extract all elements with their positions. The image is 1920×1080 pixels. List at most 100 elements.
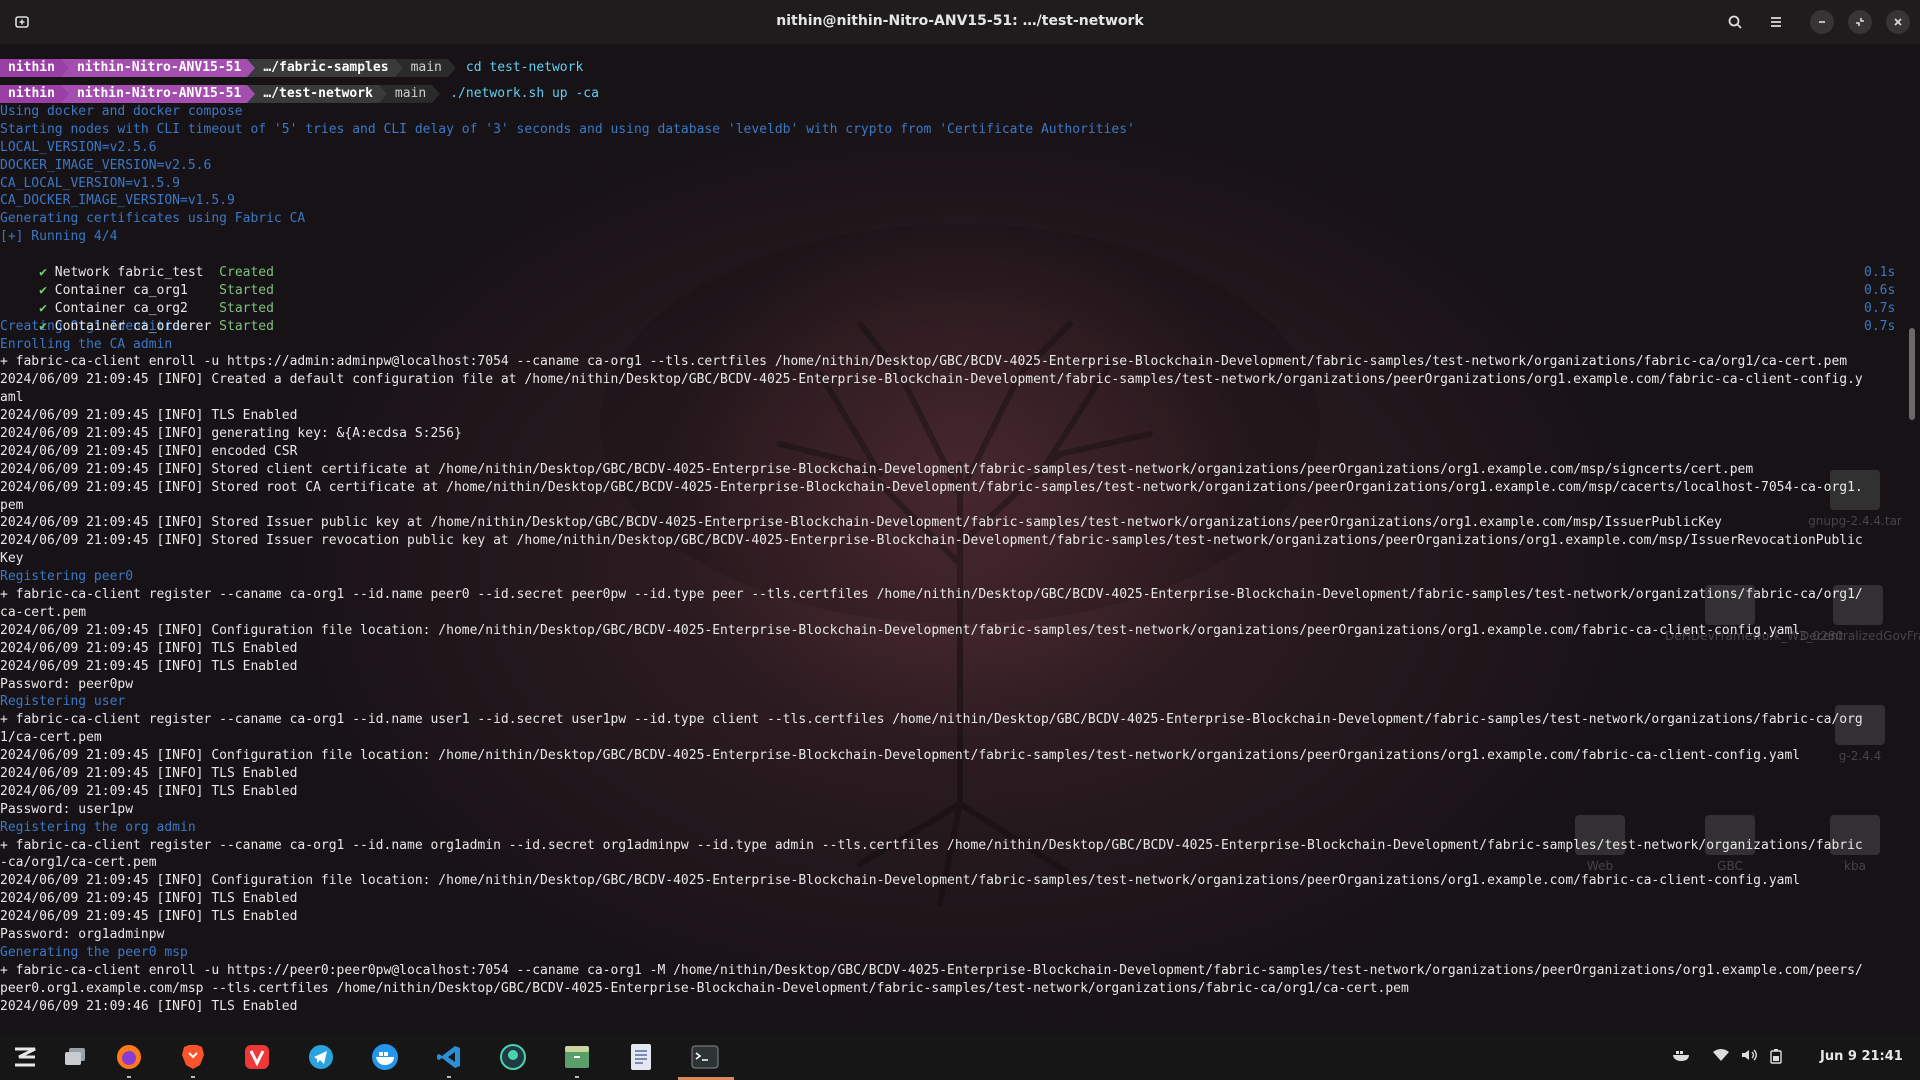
shell-prompt: nithin nithin-Nitro-ANV15-51 …/fabric-sa… [0, 59, 1910, 77]
output-line: aml [0, 390, 24, 406]
menu-icon[interactable] [1764, 10, 1788, 34]
running-indicator [447, 1076, 451, 1078]
prompt-branch: main [402, 59, 448, 77]
prompt-separator-icon [378, 85, 387, 103]
output-line: 2024/06/09 21:09:45 [INFO] Configuration… [0, 873, 1801, 889]
output-line: DOCKER_IMAGE_VERSION=v2.5.6 [0, 157, 212, 173]
output-line: 2024/06/09 21:09:45 [INFO] TLS Enabled [0, 765, 298, 781]
terminal-output[interactable]: nithin nithin-Nitro-ANV15-51 …/fabric-sa… [0, 57, 1910, 1027]
output-line: + fabric-ca-client register --caname ca-… [0, 837, 1863, 853]
firefox-icon[interactable] [112, 1040, 146, 1078]
output-line: Registering peer0 [0, 569, 134, 585]
terminal-scrollbar[interactable] [1908, 44, 1916, 1034]
prompt-separator-icon [394, 59, 403, 77]
zorin-menu-icon[interactable] [8, 1040, 42, 1074]
terminal-icon[interactable] [688, 1040, 722, 1074]
minimize-icon[interactable] [1810, 10, 1834, 34]
vivaldi-icon[interactable] [240, 1040, 274, 1074]
output-line: 2024/06/09 21:09:45 [INFO] TLS Enabled [0, 408, 298, 424]
output-line: CA_LOCAL_VERSION=v1.5.9 [0, 175, 181, 191]
text-editor-icon[interactable] [624, 1040, 658, 1074]
telegram-icon[interactable] [304, 1040, 338, 1074]
output-line: CA_DOCKER_IMAGE_VERSION=v1.5.9 [0, 193, 235, 209]
close-icon[interactable] [1886, 10, 1910, 34]
output-line: pem [0, 497, 24, 513]
vscode-icon[interactable] [432, 1040, 466, 1078]
output-line: Starting nodes with CLI timeout of '5' t… [0, 121, 1135, 137]
prompt-separator-icon [447, 59, 456, 77]
output-line: + fabric-ca-client enroll -u https://pee… [0, 962, 1863, 978]
output-line: 2024/06/09 21:09:45 [INFO] TLS Enabled [0, 783, 298, 799]
output-line: + fabric-ca-client register --caname ca-… [0, 712, 1863, 728]
output-line: Enrolling the CA admin [0, 336, 173, 352]
running-indicator [575, 1076, 579, 1078]
output-line: 2024/06/09 21:09:45 [INFO] Stored client… [0, 461, 1754, 477]
prompt-host: nithin-Nitro-ANV15-51 [68, 85, 248, 103]
output-line: 1/ca-cert.pem [0, 730, 102, 746]
brave-icon[interactable] [176, 1040, 210, 1078]
container-row: ✔ Container ca_org1 Started 0.6s [0, 264, 1910, 298]
output-line: Generating the peer0 msp [0, 944, 188, 960]
running-indicator [127, 1076, 131, 1078]
prompt-dir: …/fabric-samples [255, 59, 395, 77]
container-time: 0.7s [1864, 318, 1896, 334]
output-line: 2024/06/09 21:09:45 [INFO] encoded CSR [0, 443, 298, 459]
output-line: 2024/06/09 21:09:46 [INFO] TLS Enabled [0, 998, 298, 1014]
output-line: Registering the org admin [0, 819, 196, 835]
prompt-host: nithin-Nitro-ANV15-51 [68, 59, 248, 77]
prompt-command: ./network.sh up -ca [450, 86, 599, 102]
prompt-separator-icon [60, 85, 69, 103]
output-line: 2024/06/09 21:09:45 [INFO] TLS Enabled [0, 658, 298, 674]
volume-icon[interactable] [1740, 1048, 1758, 1066]
output-line: 2024/06/09 21:09:45 [INFO] Stored root C… [0, 479, 1863, 495]
container-status: Started [219, 318, 274, 334]
output-line: 2024/06/09 21:09:45 [INFO] Configuration… [0, 748, 1801, 764]
prompt-separator-icon [247, 59, 256, 77]
taskbar: Jun 9 21:41 [0, 1034, 1920, 1080]
output-line: + fabric-ca-client register --caname ca-… [0, 587, 1863, 603]
output-line: 2024/06/09 21:09:45 [INFO] TLS Enabled [0, 891, 298, 907]
output-line: ca-cert.pem [0, 604, 87, 620]
clock[interactable]: Jun 9 21:41 [1820, 1049, 1903, 1064]
output-line: 2024/06/09 21:09:45 [INFO] Stored Issuer… [0, 533, 1863, 549]
output-line: Password: org1adminpw [0, 926, 165, 942]
files-icon[interactable] [58, 1040, 92, 1074]
wifi-icon[interactable] [1712, 1048, 1730, 1066]
app-icon[interactable] [496, 1040, 530, 1074]
output-line: 2024/06/09 21:09:45 [INFO] Created a def… [0, 372, 1863, 388]
prompt-separator-icon [60, 59, 69, 77]
check-icon: ✔ [31, 318, 55, 334]
output-line: 2024/06/09 21:09:45 [INFO] generating ke… [0, 426, 462, 442]
running-indicator [191, 1076, 195, 1078]
restore-icon[interactable] [1848, 10, 1872, 34]
window-title: nithin@nithin-Nitro-ANV15-51: …/test-net… [776, 13, 1144, 29]
file-manager-icon[interactable] [560, 1040, 594, 1078]
search-icon[interactable] [1723, 10, 1747, 34]
output-line: -ca/org1/ca-cert.pem [0, 855, 157, 871]
prompt-command: cd test-network [465, 60, 584, 76]
output-line: [+] Running 4/4 [0, 229, 118, 245]
shell-prompt: nithin nithin-Nitro-ANV15-51 …/test-netw… [0, 85, 1910, 103]
prompt-separator-icon [247, 85, 256, 103]
docker-tray-icon[interactable] [1672, 1048, 1690, 1066]
output-line: Key [0, 551, 24, 567]
scrollbar-thumb[interactable] [1909, 328, 1915, 420]
docker-icon[interactable] [368, 1040, 402, 1074]
output-line: 2024/06/09 21:09:45 [INFO] TLS Enabled [0, 640, 298, 656]
prompt-separator-icon [432, 85, 441, 103]
output-line: Registering user [0, 694, 126, 710]
output-line: Password: user1pw [0, 801, 134, 817]
container-name: Container ca_orderer [54, 318, 220, 334]
output-line: 2024/06/09 21:09:45 [INFO] TLS Enabled [0, 909, 298, 925]
output-line: 2024/06/09 21:09:45 [INFO] Configuration… [0, 622, 1801, 638]
output-line: LOCAL_VERSION=v2.5.6 [0, 139, 157, 155]
log-output: Creating Org1 Identities Enrolling the CA… [0, 318, 1910, 1016]
container-row: ✔ Network fabric_test Created 0.1s [0, 246, 1910, 280]
battery-icon[interactable] [1770, 1048, 1782, 1068]
output-line: Password: peer0pw [0, 676, 134, 692]
prompt-user: nithin [0, 59, 61, 77]
output-line: Using docker and docker compose [0, 104, 243, 119]
output-line: peer0.org1.example.com/msp --tls.certfil… [0, 980, 1409, 996]
prompt-dir: …/test-network [255, 85, 379, 103]
output-line: + fabric-ca-client enroll -u https://adm… [0, 354, 1848, 370]
